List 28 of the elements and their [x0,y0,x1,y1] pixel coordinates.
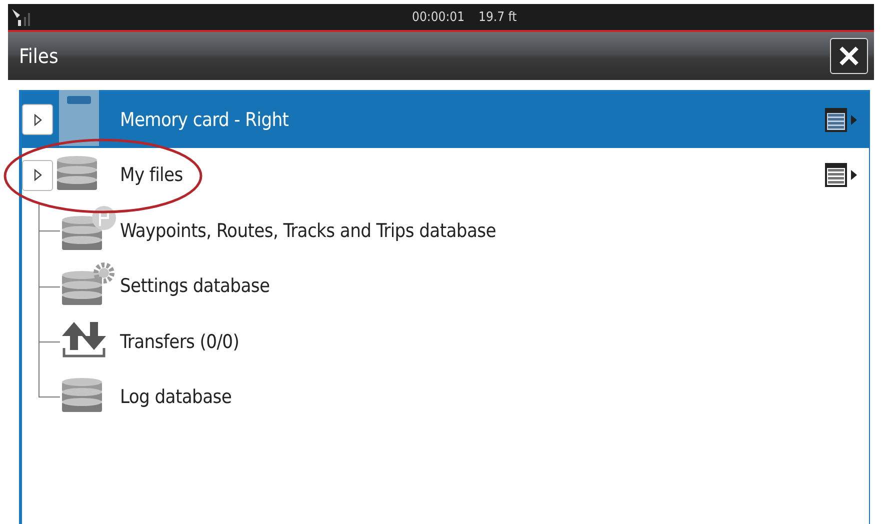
tree-row[interactable]: My files [22,148,869,203]
expand-button[interactable] [22,160,53,191]
elapsed-time: 00:00:01 [412,10,465,24]
transfers-icon [60,320,108,360]
tree-row[interactable]: Settings database [22,258,869,314]
tree-connector [38,258,60,314]
list-menu-icon [825,163,859,188]
list-menu-icon [825,108,859,132]
tree-row[interactable]: Waypoints, Routes, Tracks and Trips database [22,203,869,258]
menu-button[interactable] [825,108,859,132]
tree-connector [38,203,60,259]
close-icon [839,46,859,66]
selected-tree-row[interactable]: Memory card - Right [22,92,869,148]
tree-item-label: Memory card - Right [120,108,289,131]
depth-reading: 19.7 ft [478,10,517,24]
tree-item-label: Transfers (0/0) [120,330,240,353]
expand-button[interactable] [22,104,53,136]
menu-button[interactable] [825,163,859,188]
window-title: Files [19,44,58,68]
triangle-icon [32,169,42,182]
tree-row[interactable]: Transfers (0/0) [22,314,869,370]
close-button[interactable] [830,38,868,74]
tree-item-label: My files [120,164,183,186]
triangle-icon [32,114,42,126]
tree-item-label: Waypoints, Routes, Tracks and Trips database [120,220,496,242]
tree-row[interactable]: Log database [22,370,869,425]
tree-item-label: Settings database [120,275,270,298]
tree-item-label: Log database [120,386,232,408]
